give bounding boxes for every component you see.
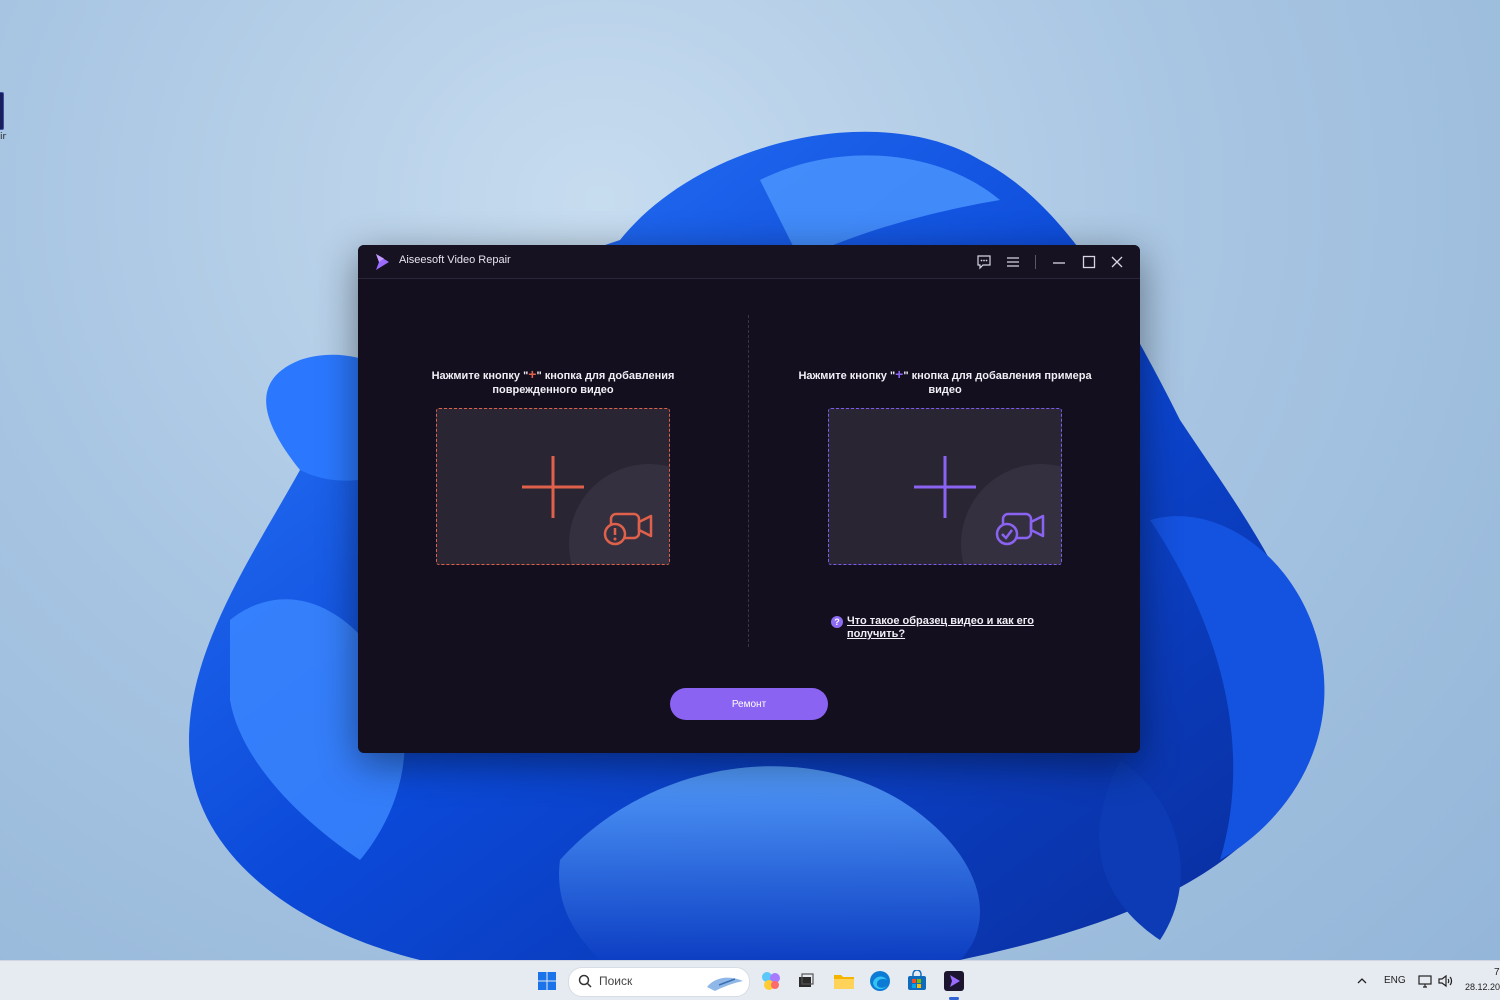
volume-control[interactable] [1433,969,1457,993]
right-instruction-line2: видео [928,384,962,396]
titlebar-separator [1035,255,1036,269]
desktop-shortcut-icon[interactable] [0,92,4,130]
right-instruction-start: Нажмите кнопку " [798,370,896,382]
search-highlight-icon [707,977,743,991]
task-view-icon [799,973,814,987]
right-instruction-end: " кнопка для добавления примера [903,370,1092,382]
app-title: Aiseesoft Video Repair [399,254,511,266]
add-damaged-video-dropzone[interactable] [436,408,670,565]
maximize-button[interactable] [1078,251,1100,273]
taskbar-task-view[interactable] [794,969,818,993]
add-plus-icon [522,456,584,518]
taskbar-store[interactable] [905,969,929,993]
windows-start-icon [538,972,556,990]
clock-time[interactable]: 7 [1494,967,1500,978]
add-plus-icon [914,456,976,518]
title-bar[interactable]: Aiseesoft Video Repair [358,245,1140,279]
widgets-icon [762,972,780,990]
repair-button[interactable]: Ремонт [670,688,828,720]
left-instruction: Нажмите кнопку "+" кнопка для добавления… [398,367,708,397]
speaker-icon [1438,974,1453,988]
network-icon [1418,975,1432,988]
damaged-video-camera-icon [603,512,653,546]
video-repair-app-icon [944,971,964,991]
show-hidden-icons-button[interactable] [1350,969,1374,993]
left-instruction-line2: поврежденного видео [492,384,614,396]
main-content: Нажмите кнопку "+" кнопка для добавления… [358,279,1140,753]
close-button[interactable] [1106,251,1128,273]
sample-video-help-link[interactable]: Что такое образец видео и как его получи… [847,615,1067,641]
taskbar-edge[interactable] [868,969,892,993]
app-window: Aiseesoft Video Repair Нажмите кнопку "+… [358,245,1140,753]
taskbar: Поиск ENG 7 28.12.20 [0,960,1500,1000]
search-placeholder: Поиск [599,974,633,988]
clock-date[interactable]: 28.12.20 [1465,982,1500,992]
menu-icon [1007,257,1019,267]
search-icon [578,974,592,988]
left-instruction-start: Нажмите кнопку " [431,370,529,382]
taskbar-file-explorer[interactable] [832,969,856,993]
right-instruction: Нажмите кнопку "+" кнопка для добавления… [778,367,1112,397]
chevron-up-icon [1357,978,1367,984]
minimize-button[interactable] [1048,251,1070,273]
panel-divider [748,315,749,647]
maximize-icon [1082,255,1096,269]
edge-browser-icon [870,971,890,991]
app-logo-icon [376,254,389,270]
taskbar-widgets[interactable] [759,969,783,993]
taskbar-video-repair[interactable] [942,969,966,993]
start-button[interactable] [535,969,559,993]
menu-button[interactable] [1002,251,1024,273]
question-icon: ? [831,616,843,628]
desktop-shortcut-label: ir [0,132,7,142]
sample-video-camera-icon [995,512,1045,546]
close-icon [1111,256,1123,268]
minimize-icon [1053,262,1065,264]
feedback-button[interactable] [973,251,995,273]
desktop: ir Aiseesoft Video Repair Нажмите кнопку… [0,0,1500,1000]
folder-icon [834,975,854,989]
feedback-icon [977,255,991,270]
store-icon [908,970,926,990]
left-instruction-end: " кнопка для добавления [536,370,675,382]
language-indicator[interactable]: ENG [1384,975,1406,986]
add-sample-video-dropzone[interactable] [828,408,1062,565]
taskbar-search[interactable]: Поиск [568,967,750,997]
